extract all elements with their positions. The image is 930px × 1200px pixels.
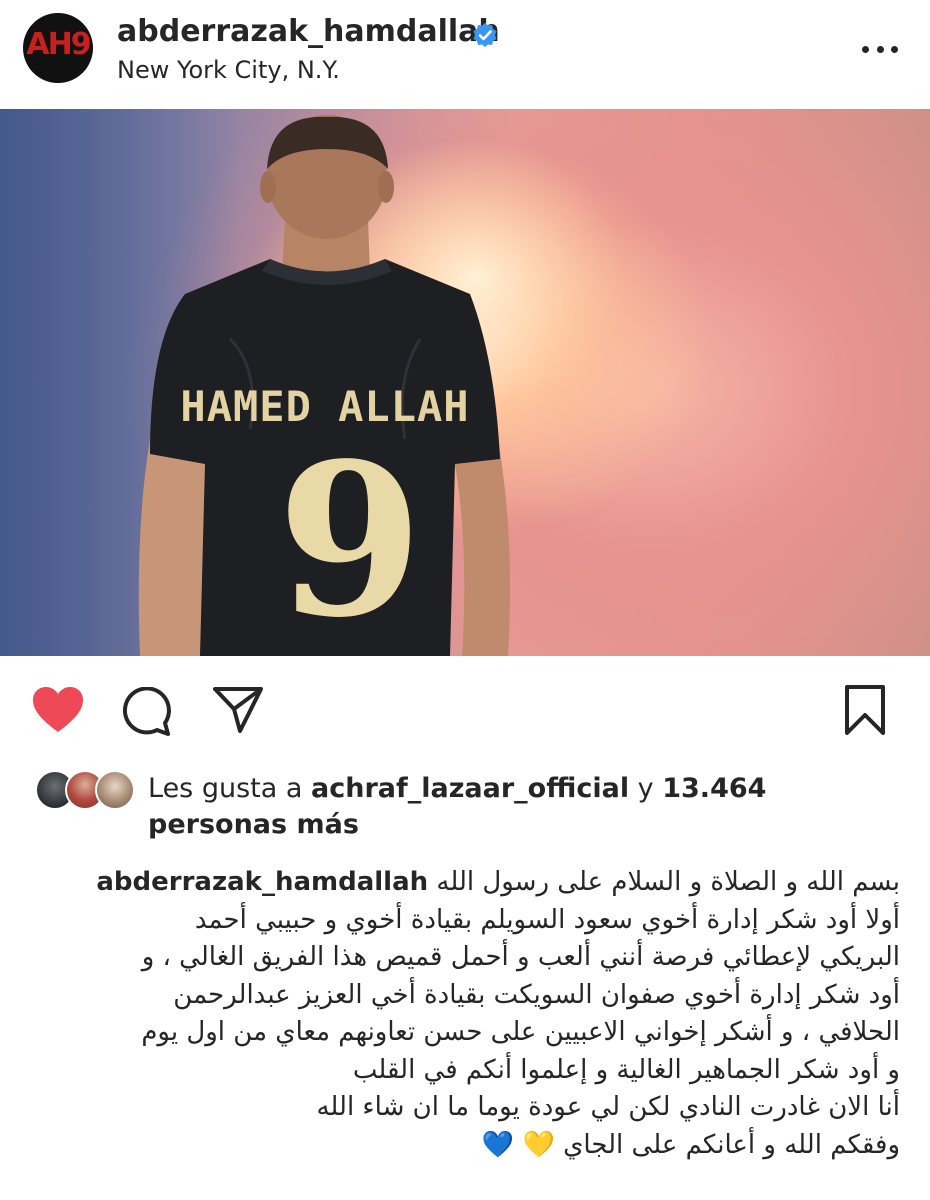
comment-icon[interactable] [122,687,172,737]
more-options-icon[interactable] [862,44,898,54]
profile-avatar[interactable]: AH9 [23,13,93,83]
player-illustration: HAMED ALLAH 9 [0,109,625,656]
caption-line: و أود شكر الجماهير الغالية و إعلموا أنكم… [352,1054,900,1085]
likes-suffix[interactable]: personas más [148,809,359,840]
caption-line-text: بسم الله و الصلاة و السلام على رسول الله [436,867,900,897]
post-username[interactable]: abderrazak_hamdallah [117,14,500,49]
post-photo[interactable]: HAMED ALLAH 9 [0,109,930,656]
likes-prefix: Les gusta a [148,773,311,804]
caption-line: البريكي لإعطائي فرصة أنني ألعب و أحمل قم… [141,942,900,972]
post-header: AH9 abderrazak_hamdallah New York City, … [0,0,930,108]
caption-line: بسم الله و الصلاة و السلام على رسول الله… [30,864,900,902]
caption-line: وفقكم الله و أعانكم على الجاي 💛 💙 [30,1127,900,1165]
caption-line: أولا أود شكر إدارة أخوي سعود السويلم بقي… [194,904,900,935]
share-icon[interactable] [212,685,264,735]
caption-line-text: وفقكم الله و أعانكم على الجاي [563,1129,900,1160]
yellow-heart-emoji: 💛 [522,1129,555,1160]
verified-badge-icon [473,23,497,47]
liker-avatar [95,770,135,810]
likes-summary[interactable]: Les gusta a achraf_lazaar_official y 13.… [148,771,908,843]
caption-line: الحلافي ، و أشكر إخواني الاعبيين على حسن… [141,1017,900,1047]
post-location[interactable]: New York City, N.Y. [117,56,340,84]
caption-line: أنا الان غادرت النادي لكن لي عودة يوما م… [316,1092,900,1122]
heart-icon[interactable] [31,686,85,734]
jersey-number: 9 [277,417,423,656]
liker-username[interactable]: achraf_lazaar_official [311,773,629,804]
caption-username[interactable]: abderrazak_hamdallah [96,867,428,897]
bookmark-icon[interactable] [843,684,887,736]
avatar-logo: AH9 [26,27,91,62]
blue-heart-emoji: 💙 [481,1129,515,1160]
post-caption: بسم الله و الصلاة و السلام على رسول الله… [30,864,900,1164]
liker-avatars[interactable] [35,770,135,812]
likes-count[interactable]: 13.464 [662,773,766,804]
caption-line: أود شكر إدارة أخوي صفوان السويكت بقيادة … [173,979,900,1010]
likes-connector: y [629,773,663,804]
